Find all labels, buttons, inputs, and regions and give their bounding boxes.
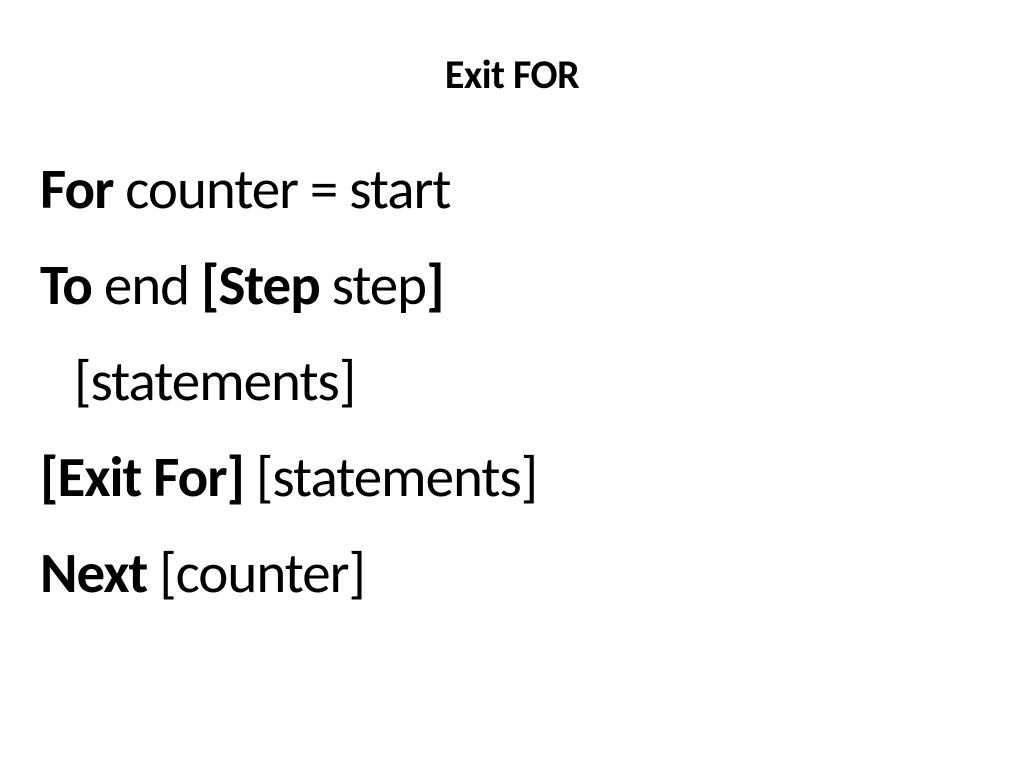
keyword-exit-for: [Exit For] bbox=[40, 443, 244, 512]
text-end: end bbox=[92, 251, 201, 320]
keyword-to: To bbox=[40, 251, 92, 320]
text-statements-2: [statements] bbox=[244, 443, 537, 512]
code-line-3: [statements] bbox=[40, 335, 984, 429]
slide-title: Exit FOR bbox=[40, 50, 984, 99]
slide-body: For counter = start To end [Step step] [… bbox=[40, 143, 984, 621]
text-counter-start: counter = start bbox=[113, 155, 450, 224]
text-statements-1: [statements] bbox=[74, 347, 355, 416]
keyword-next: Next bbox=[40, 539, 147, 608]
code-line-1: For counter = start bbox=[40, 143, 984, 237]
text-counter: [counter] bbox=[147, 539, 365, 608]
text-step: step bbox=[320, 251, 426, 320]
code-line-5: Next [counter] bbox=[40, 527, 984, 621]
code-line-2: To end [Step step] bbox=[40, 239, 984, 333]
keyword-for: For bbox=[40, 155, 113, 224]
keyword-step-close: ] bbox=[426, 251, 444, 320]
code-line-4: [Exit For] [statements] bbox=[40, 431, 984, 525]
keyword-step-open: [Step bbox=[201, 251, 320, 320]
